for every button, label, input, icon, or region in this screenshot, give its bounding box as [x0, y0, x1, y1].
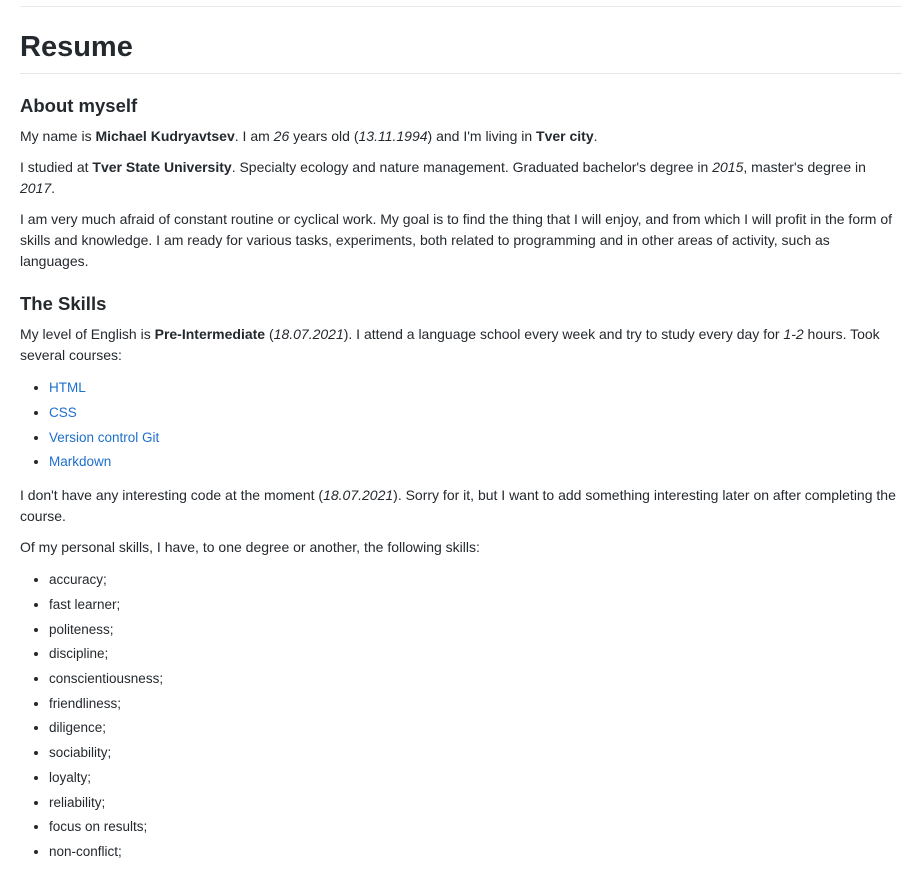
text: I don't have any interesting code at the…	[20, 487, 324, 504]
list-item: accuracy;	[49, 568, 902, 593]
course-link-git[interactable]: Version control Git	[49, 430, 159, 445]
personal-skills-list: accuracy; fast learner; politeness; disc…	[20, 568, 902, 864]
list-item: conscientiousness;	[49, 667, 902, 692]
university-text: Tver State University	[92, 159, 232, 175]
list-item: non-conflict;	[49, 840, 902, 865]
courses-list: HTML CSS Version control Git Markdown	[20, 376, 902, 475]
text: ) and I'm living in	[427, 128, 537, 144]
text: ). I attend a language school every week…	[343, 326, 784, 342]
list-item: focus on results;	[49, 815, 902, 840]
about-paragraph-education: I studied at Tver State University. Spec…	[20, 157, 902, 199]
age-text: 26	[273, 128, 290, 144]
about-heading: About myself	[20, 95, 138, 116]
skills-paragraph-english: My level of English is Pre-Intermediate …	[20, 324, 902, 366]
page: Resume About myself My name is Michael K…	[0, 0, 920, 880]
text: My name is	[20, 128, 96, 144]
date-text: 18.07.2021	[323, 487, 394, 504]
text: My level of English is	[20, 326, 155, 342]
name-text: Michael Kudryavtsev	[95, 128, 235, 144]
list-item: friendliness;	[49, 692, 902, 717]
list-item: reliability;	[49, 791, 902, 816]
birth-date-text: 13.11.1994	[358, 128, 428, 144]
list-item: Markdown	[49, 450, 902, 475]
text: . I am	[234, 128, 274, 144]
skills-heading: The Skills	[20, 293, 107, 314]
list-item: CSS	[49, 401, 902, 426]
list-item: HTML	[49, 376, 902, 401]
skills-paragraph-code: I don't have any interesting code at the…	[20, 485, 902, 527]
master-year-text: 2017	[20, 180, 52, 196]
text: years old (	[289, 128, 359, 144]
english-level-text: Pre-Intermediate	[154, 326, 266, 342]
text: , master's degree in	[743, 159, 866, 175]
markdown-body: Resume About myself My name is Michael K…	[20, 28, 902, 865]
about-paragraph-name: My name is Michael Kudryavtsev. I am 26 …	[20, 126, 902, 147]
date-text: 18.07.2021	[273, 326, 344, 342]
about-paragraph-goals: I am very much afraid of constant routin…	[20, 211, 892, 269]
hours-text: 1-2	[783, 326, 804, 342]
top-divider	[20, 6, 902, 7]
bachelor-year-text: 2015	[712, 159, 744, 175]
course-link-html[interactable]: HTML	[49, 380, 86, 395]
list-item: loyalty;	[49, 766, 902, 791]
list-item: diligence;	[49, 716, 902, 741]
course-link-markdown[interactable]: Markdown	[49, 454, 111, 469]
page-title: Resume	[20, 28, 902, 74]
list-item: discipline;	[49, 642, 902, 667]
list-item: sociability;	[49, 741, 902, 766]
text: . Specialty ecology and nature managemen…	[231, 159, 713, 175]
course-link-css[interactable]: CSS	[49, 405, 77, 420]
list-item: politeness;	[49, 618, 902, 643]
text: .	[593, 128, 598, 144]
text: I studied at	[20, 159, 93, 175]
text: (	[265, 326, 274, 342]
city-text: Tver city	[536, 128, 594, 144]
text: .	[51, 180, 56, 196]
skills-paragraph-personal: Of my personal skills, I have, to one de…	[20, 539, 480, 556]
list-item: fast learner;	[49, 593, 902, 618]
list-item: Version control Git	[49, 426, 902, 451]
